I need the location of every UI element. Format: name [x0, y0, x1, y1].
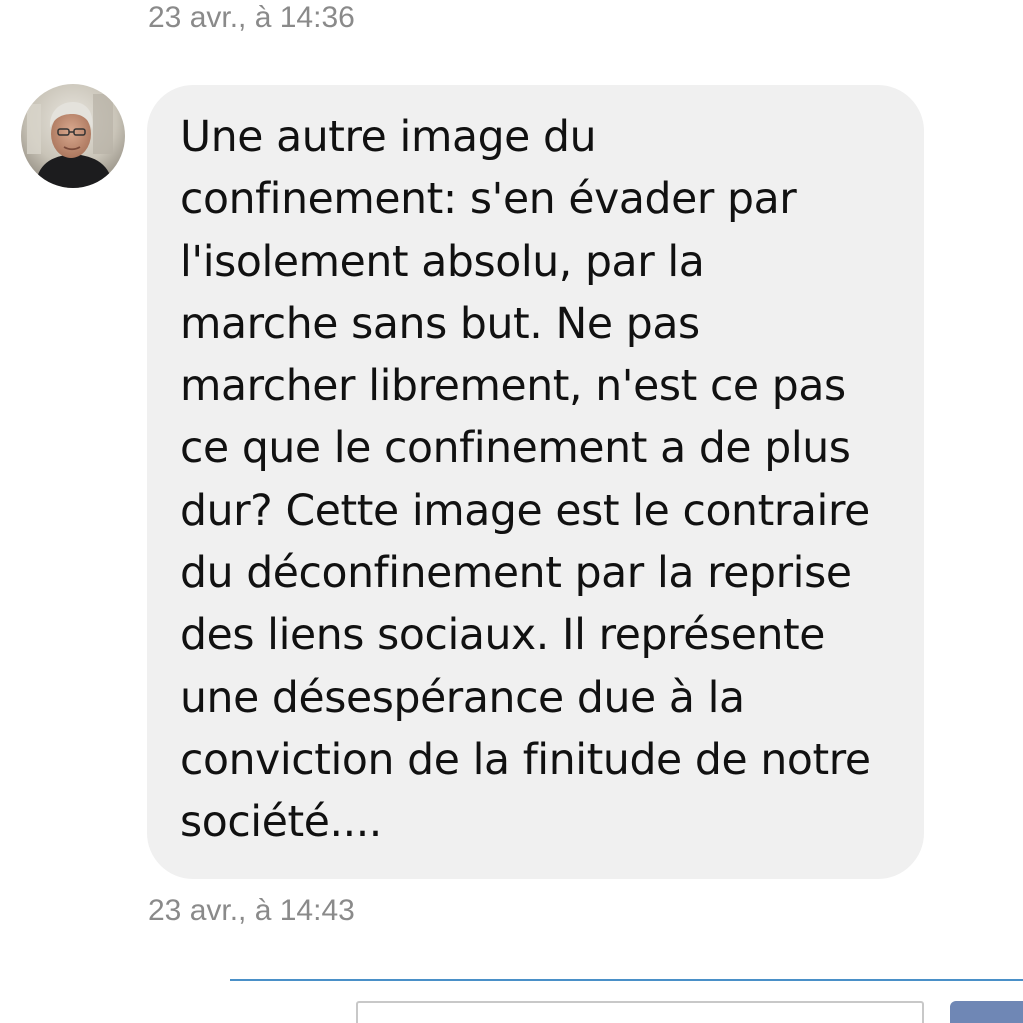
avatar[interactable]	[21, 84, 125, 188]
send-button[interactable]	[950, 1001, 1023, 1023]
message-text: Une autre image du confinement: s'en éva…	[180, 113, 871, 848]
reply-input[interactable]	[356, 1001, 924, 1023]
message-thread: 23 avr., à 14:36 Une autre image du conf…	[0, 0, 1023, 1023]
message-bubble[interactable]: Une autre image du confinement: s'en éva…	[147, 85, 924, 879]
composer-divider	[230, 979, 1023, 981]
avatar-photo-icon	[21, 84, 125, 188]
message-timestamp: 23 avr., à 14:36	[148, 1, 355, 34]
message-timestamp: 23 avr., à 14:43	[148, 894, 355, 927]
